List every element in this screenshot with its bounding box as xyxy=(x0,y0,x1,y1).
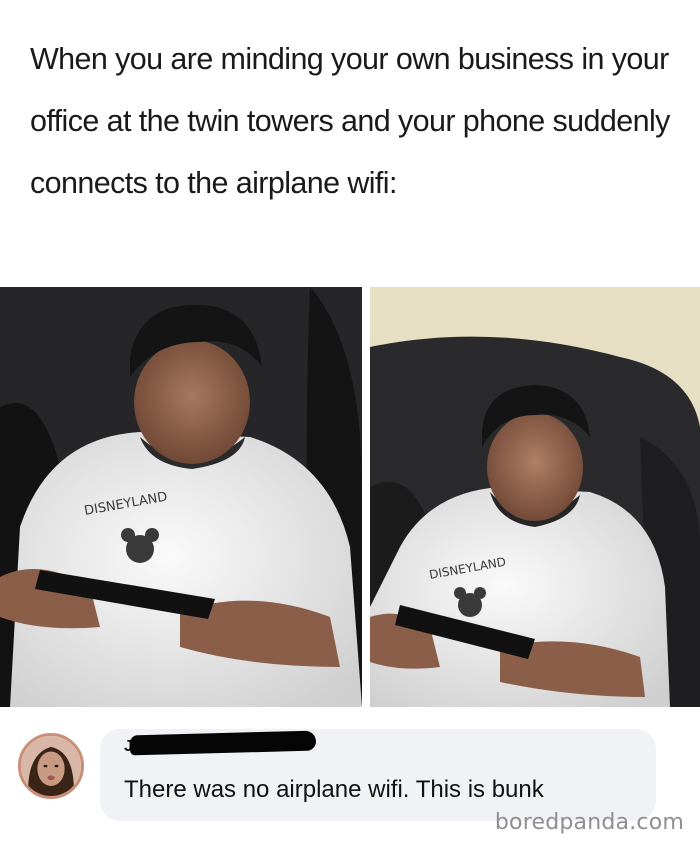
avatar[interactable] xyxy=(18,733,84,799)
meme-caption: When you are minding your own business i… xyxy=(30,42,670,200)
photo-panel-right: DISNEYLAND xyxy=(370,287,700,707)
photo-panel-left: DISNEYLAND xyxy=(0,287,362,707)
redaction-scribble xyxy=(129,730,317,756)
comment-bubble: J There was no airplane wifi. This is bu… xyxy=(100,729,656,821)
boy-looking-up-image: DISNEYLAND xyxy=(370,287,700,707)
profile-photo xyxy=(21,736,81,796)
watermark: boredpanda.com xyxy=(494,810,684,835)
comment-text: There was no airplane wifi. This is bunk xyxy=(124,776,544,803)
comment: J There was no airplane wifi. This is bu… xyxy=(0,707,700,845)
boy-on-phone-image: DISNEYLAND xyxy=(0,287,362,707)
